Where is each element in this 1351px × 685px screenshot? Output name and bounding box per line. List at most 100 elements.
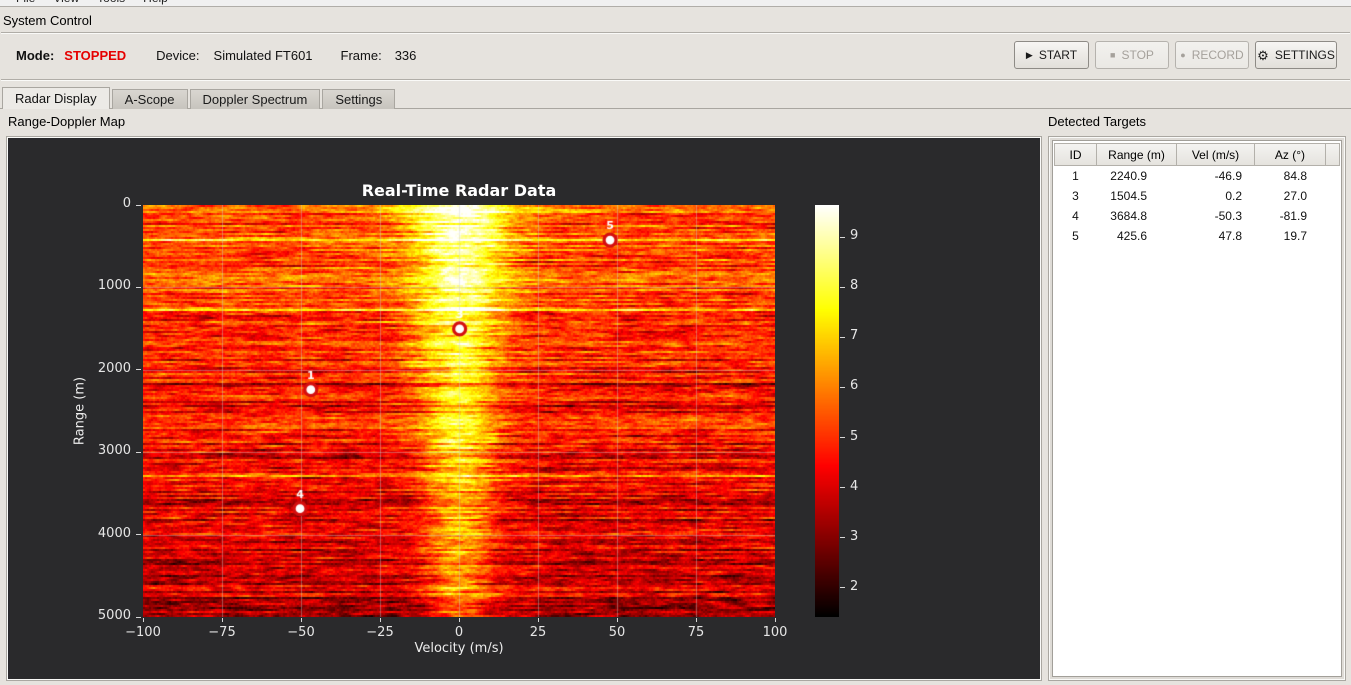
device-value: Simulated FT601 — [213, 47, 313, 63]
y-axis-label: Range (m) — [72, 376, 88, 446]
table-body: 1 2240.9 -46.9 84.8 3 1504.5 0.2 27.0 4 3684.8 -50… — [1054, 166, 1340, 246]
y-tick-label: 5000 — [97, 608, 131, 623]
y-tick-label: 2000 — [97, 360, 131, 376]
y-tick — [136, 369, 141, 371]
settings-button-label: SETTINGS — [1274, 48, 1335, 62]
tab-settings[interactable]: Settings — [322, 89, 396, 109]
x-tick — [379, 618, 381, 622]
colorbar-tick-label: 2 — [850, 578, 859, 594]
table-cell: -81.9 — [1279, 209, 1307, 223]
table-row[interactable]: 4 3684.8 -50.3 -81.9 — [1054, 206, 1340, 226]
x-tick — [537, 618, 539, 622]
colorbar-tick-label: 4 — [850, 478, 859, 494]
column-header-vel[interactable]: Vel (m/s) — [1176, 143, 1255, 166]
stop-button[interactable]: ■ STOP — [1095, 41, 1169, 69]
status-row: Mode: STOPPED Device: Simulated FT601 Fr… — [16, 41, 416, 69]
settings-button[interactable]: ⚙ SETTINGS — [1255, 41, 1337, 69]
groupbox-top-border — [1, 32, 1350, 34]
x-tick — [142, 618, 144, 622]
colorbar-tick — [840, 437, 845, 439]
record-button-label: RECORD — [1191, 48, 1244, 62]
table-row[interactable]: 1 2240.9 -46.9 84.8 — [1054, 166, 1340, 186]
detected-targets-title: Detected Targets — [1048, 114, 1147, 129]
y-tick-label: 1000 — [97, 278, 131, 294]
colorbar-tick — [840, 537, 845, 539]
x-tick-label: −100 — [125, 625, 161, 640]
y-tick-label: 3000 — [97, 443, 131, 459]
stop-button-label: STOP — [1121, 48, 1154, 62]
y-tick — [136, 534, 141, 536]
tab-doppler-spectrum[interactable]: Doppler Spectrum — [189, 89, 321, 109]
y-tick — [136, 616, 141, 618]
table-cell: 27.0 — [1283, 189, 1307, 203]
tab-bar: Radar Display A-Scope Doppler Spectrum S… — [0, 87, 1351, 109]
radar-heatmap-canvas — [143, 205, 775, 617]
menu-file[interactable]: File — [7, 0, 44, 5]
x-tick-label: 100 — [762, 625, 788, 640]
range-doppler-map-title: Range-Doppler Map — [8, 114, 126, 129]
x-tick-label: 50 — [608, 625, 626, 640]
table-cell: 2240.9 — [1110, 169, 1147, 183]
gear-icon: ⚙ — [1257, 47, 1269, 63]
detected-targets-table: ID Range (m) Vel (m/s) Az (°) 1 2240.9 -46… — [1052, 140, 1342, 677]
table-cell: 0.2 — [1225, 189, 1242, 203]
tab-radar-display[interactable]: Radar Display — [2, 87, 110, 109]
table-header-row: ID Range (m) Vel (m/s) Az (°) — [1054, 143, 1340, 166]
x-tick — [695, 618, 697, 622]
table-cell: 84.8 — [1283, 169, 1307, 183]
chart-title: Real-Time Radar Data — [361, 181, 557, 200]
x-tick-label: 25 — [529, 625, 547, 640]
y-tick-label: 0 — [122, 196, 131, 211]
colorbar-tick-label: 6 — [850, 378, 859, 394]
start-button[interactable]: ▶ START — [1014, 41, 1089, 69]
table-cell: 19.7 — [1283, 229, 1307, 243]
record-button[interactable]: ● RECORD — [1175, 41, 1249, 69]
colorbar-tick-label: 8 — [850, 278, 859, 294]
menu-bar: File View Tools Help — [0, 0, 1351, 7]
table-row[interactable]: 5 425.6 47.8 19.7 — [1054, 226, 1340, 246]
colorbar-tick — [840, 587, 845, 589]
column-header-range[interactable]: Range (m) — [1096, 143, 1177, 166]
x-tick-label: −50 — [287, 625, 315, 640]
control-buttons: ▶ START ■ STOP ● RECORD ⚙ SETTINGS — [1014, 41, 1337, 69]
x-tick-label: 0 — [454, 625, 464, 640]
column-header-id[interactable]: ID — [1054, 143, 1097, 166]
table-cell: 3684.8 — [1110, 209, 1147, 223]
x-tick-label: 75 — [687, 625, 705, 640]
table-cell: 1 — [1072, 169, 1079, 183]
x-tick — [300, 618, 302, 622]
play-icon: ▶ — [1025, 49, 1033, 60]
table-cell: 425.6 — [1116, 229, 1147, 243]
colorbar-tick — [840, 286, 845, 288]
colorbar-tick — [840, 236, 845, 238]
x-tick — [616, 618, 618, 622]
table-cell: 4 — [1072, 209, 1079, 223]
frame-label: Frame: — [340, 47, 382, 63]
table-row[interactable]: 3 1504.5 0.2 27.0 — [1054, 186, 1340, 206]
table-cell: 1504.5 — [1110, 189, 1147, 203]
groupbox-bottom-border — [1, 79, 1350, 81]
colorbar-tick — [840, 336, 845, 338]
table-cell: 5 — [1072, 229, 1079, 243]
stop-icon: ■ — [1110, 49, 1116, 60]
menu-tools[interactable]: Tools — [88, 0, 134, 5]
menu-view[interactable]: View — [44, 0, 88, 5]
colorbar-tick — [840, 487, 845, 489]
colorbar-tick — [840, 386, 845, 388]
x-tick-label: −25 — [366, 625, 394, 640]
x-axis-label: Velocity (m/s) — [414, 641, 504, 656]
column-header-az[interactable]: Az (°) — [1254, 143, 1326, 166]
tab-a-scope[interactable]: A-Scope — [111, 89, 188, 109]
menu-help[interactable]: Help — [134, 0, 177, 5]
colorbar-tick-label: 9 — [850, 228, 859, 244]
column-header-filler — [1325, 143, 1340, 166]
record-icon: ● — [1180, 49, 1186, 60]
x-tick — [458, 618, 460, 622]
table-cell: 3 — [1072, 189, 1079, 203]
x-tick — [774, 618, 776, 622]
colorbar-tick-label: 5 — [850, 428, 859, 444]
x-tick — [221, 618, 223, 622]
y-tick — [136, 204, 141, 206]
table-cell: -50.3 — [1214, 209, 1242, 223]
x-tick-label: −75 — [208, 625, 236, 640]
